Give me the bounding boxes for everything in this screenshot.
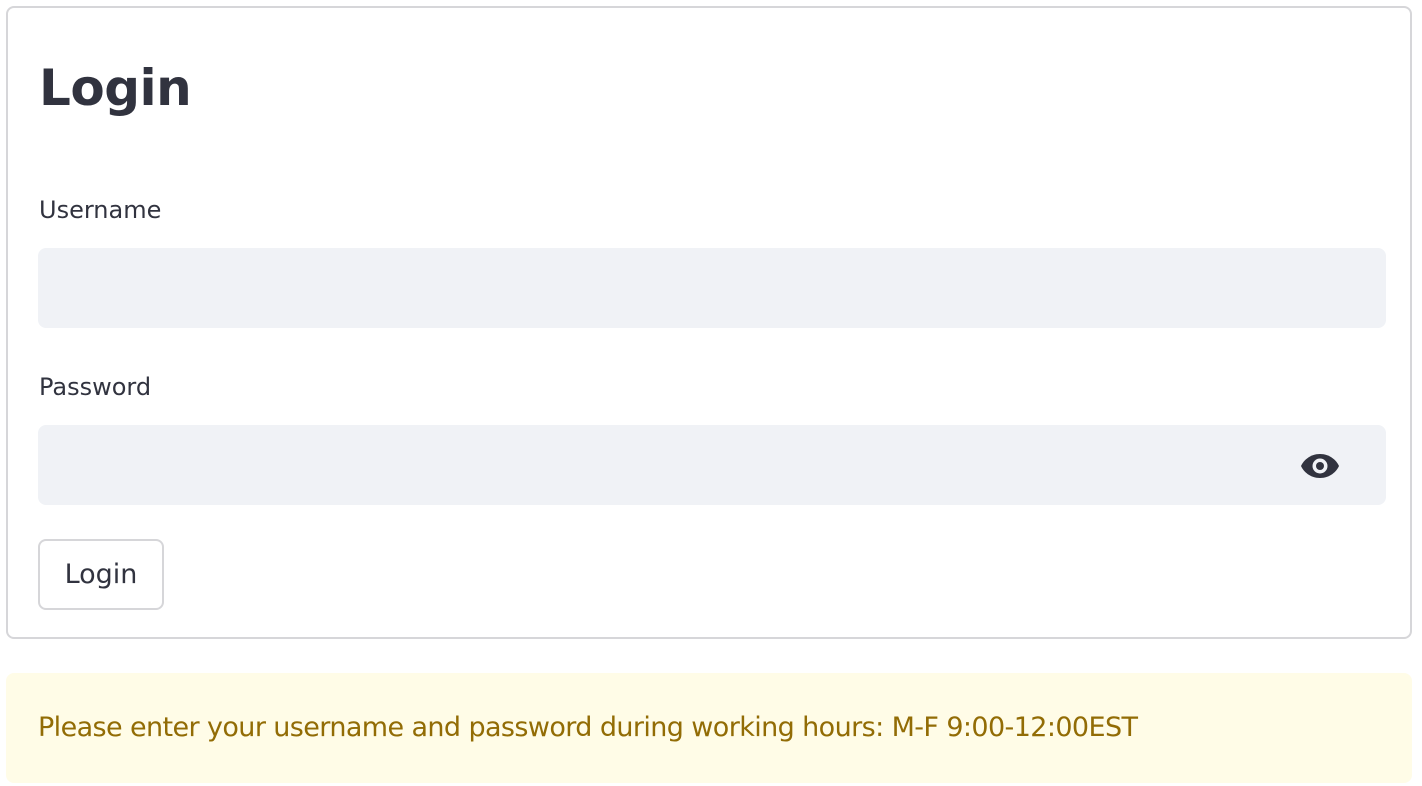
login-form: Login Username Password Login [6,6,1412,639]
eye-icon[interactable] [1298,450,1342,482]
password-input[interactable] [38,425,1386,505]
login-button[interactable]: Login [38,539,164,610]
password-label: Password [39,373,152,401]
username-input[interactable] [38,248,1386,328]
eye-icon-graphic [1301,454,1339,478]
username-label: Username [39,196,162,224]
page-title: Login [39,59,192,117]
notice-text: Please enter your username and password … [38,712,1138,743]
working-hours-notice: Please enter your username and password … [6,673,1412,783]
